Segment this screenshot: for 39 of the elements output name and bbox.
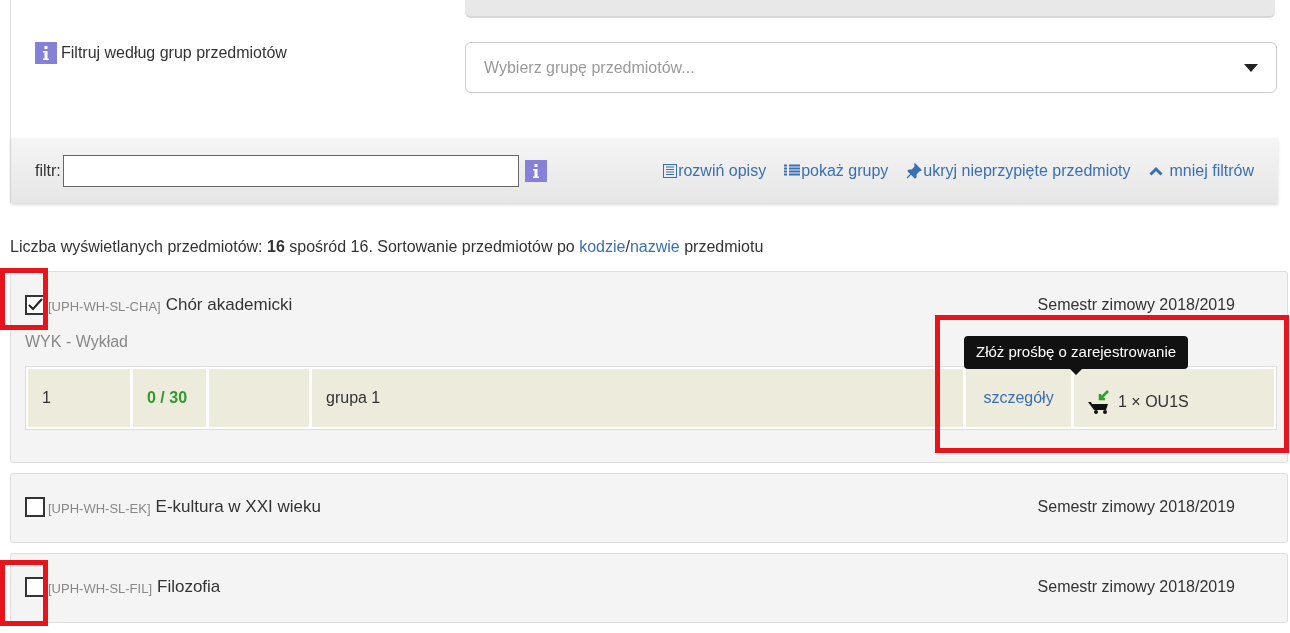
course-title[interactable]: Filozofia <box>157 574 221 600</box>
course-checkbox[interactable] <box>25 577 45 597</box>
pushpin-icon <box>906 162 923 179</box>
semester-label: Semestr zimowy 2018/2019 <box>1037 497 1235 517</box>
info-icon[interactable] <box>524 159 547 182</box>
cart-arrow-icon <box>1088 390 1112 414</box>
list-icon <box>784 164 801 177</box>
seats-cell: 0 / 30 <box>133 369 206 427</box>
dropdown-caret-icon <box>1244 63 1258 72</box>
course-checkbox[interactable] <box>25 497 45 517</box>
sort-code-link[interactable]: kodzie <box>579 238 626 255</box>
course-title[interactable]: Chór akademicki <box>165 292 293 318</box>
summary-text: Liczba wyświetlanych przedmiotów: 16 spośród 16. Sortowanie przedmiotów po kodzie/nazwie przedmiotu <box>10 237 765 257</box>
filter-input[interactable] <box>62 154 519 187</box>
toolbar-link[interactable]: mniej filtrów <box>1148 158 1254 183</box>
filter-label: filtr: <box>35 160 61 181</box>
info-icon[interactable] <box>35 42 57 64</box>
highlight-frame <box>0 268 48 330</box>
group-filter-label: Filtruj według grup przedmiotów <box>61 43 287 63</box>
course-code: [UPH-WH-SL-EK] <box>48 499 151 518</box>
document-list-icon <box>663 163 678 178</box>
course-title[interactable]: E-kultura w XXI wieku <box>155 494 321 520</box>
group-select[interactable]: Wybierz grupę przedmiotów... <box>465 42 1277 93</box>
tooltip: Złóż prośbę o zarejestrowanie <box>964 336 1189 375</box>
toolbar-link[interactable]: rozwiń opisy <box>663 158 767 183</box>
group-name-cell: grupa 1 <box>312 369 963 427</box>
course-checkbox[interactable] <box>25 295 45 315</box>
group-select-placeholder: Wybierz grupę przedmiotów... <box>484 57 695 78</box>
course-code: [UPH-WH-SL-FIL] <box>48 579 152 598</box>
semester-label: Semestr zimowy 2018/2019 <box>1037 577 1235 597</box>
sort-name-link[interactable]: nazwie <box>629 238 680 255</box>
course-code: [UPH-WH-SL-CHA] <box>48 297 161 316</box>
class-type-label: WYK - Wykład <box>25 332 128 352</box>
toolbar-link[interactable]: ukryj nieprzypięte przedmioty <box>906 158 1131 183</box>
toolbar-link[interactable]: pokaż grupy <box>784 158 889 183</box>
highlight-frame <box>0 560 48 626</box>
chevron-up-icon <box>1148 165 1163 176</box>
semester-label: Semestr zimowy 2018/2019 <box>1037 295 1235 315</box>
group-number-cell: 1 <box>28 369 130 427</box>
